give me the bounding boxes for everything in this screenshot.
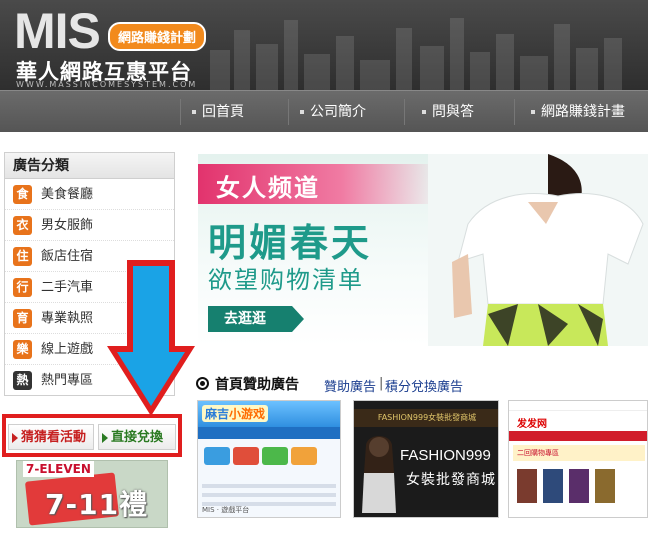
banner-shop-button[interactable]: 去逛逛 [208, 306, 292, 332]
sponsor-ads-link[interactable]: 贊助廣告 [324, 376, 376, 395]
fashion-brand-name: FASHION999 [400, 447, 491, 464]
game-icon [262, 447, 288, 465]
category-label: 熱門專區 [41, 373, 94, 388]
direct-redeem-label: 直接兌換 [111, 430, 164, 445]
target-icon [196, 377, 209, 390]
arrow-right-icon [12, 433, 18, 443]
clothing-icon: 衣 [13, 216, 32, 235]
banner-subline: 欲望购物清单 [208, 266, 364, 294]
nav-separator [404, 99, 405, 125]
link-separator: | [379, 376, 384, 391]
game-icon [233, 447, 259, 465]
nav-bullet-icon [300, 110, 304, 114]
nav-item-about[interactable]: 公司簡介 [300, 91, 366, 133]
nav-separator [180, 99, 181, 125]
hot-icon: 熱 [13, 371, 32, 390]
guess-activity-label: 猜猜看活動 [21, 430, 87, 445]
banner-headline: 明媚春天 [208, 221, 373, 265]
fashion-subtitle: 女裝批發商城 [406, 472, 496, 488]
nav-separator [514, 99, 515, 125]
game-site-nav [198, 427, 340, 439]
sponsored-ads-title: 首頁贊助廣告 [196, 374, 299, 394]
category-clothing[interactable]: 衣 男女服飾 [5, 210, 174, 241]
nav-bullet-icon [531, 110, 535, 114]
site-url: WWW.MASSINCOMESYSTEM.COM [16, 80, 198, 89]
nav-item-label: 問與答 [432, 104, 474, 120]
sponsored-title-text: 首頁贊助廣告 [215, 377, 299, 393]
shop-top-bar [509, 401, 647, 411]
game-icon [291, 447, 317, 465]
shop-poster-row [517, 469, 647, 509]
logo-mis[interactable]: MIS [14, 6, 101, 56]
nav-item-plan[interactable]: 網路賺錢計畫 [531, 91, 625, 133]
skyline-decoration [210, 18, 622, 90]
arrow-right-icon [102, 433, 108, 443]
category-label: 專業執照 [41, 311, 94, 326]
shop-logo: 发发网 [517, 419, 547, 430]
poster-image [517, 469, 537, 503]
game-logo-part: 小游戏 [229, 407, 266, 421]
shop-banner: 二回購物專區 [513, 445, 645, 461]
banner-tag: 女人频道 [216, 174, 320, 202]
ad-thumb-shop[interactable]: 发发网 二回購物專區 [508, 400, 648, 518]
nav-separator [288, 99, 289, 125]
game-icon-grid [204, 445, 336, 475]
education-icon: 育 [13, 309, 32, 328]
nav-bullet-icon [192, 110, 196, 114]
category-label: 男女服飾 [41, 218, 94, 233]
nav-item-label: 網路賺錢計畫 [541, 104, 625, 120]
shop-nav-bar [509, 431, 647, 441]
category-food[interactable]: 食 美食餐廳 [5, 179, 174, 210]
hotel-icon: 住 [13, 247, 32, 266]
poster-image [569, 469, 589, 503]
fashion-top-bar: FASHION999女裝批發商城 [354, 409, 498, 427]
points-ads-link[interactable]: 積分兌換廣告 [385, 376, 463, 395]
game-icon [204, 447, 230, 465]
seven-eleven-logo: 7-ELEVEN [23, 461, 94, 477]
fashion-model-image [362, 436, 396, 513]
category-label: 美食餐廳 [41, 187, 94, 202]
nav-item-label: 回首頁 [202, 104, 244, 120]
category-label: 飯店住宿 [41, 249, 94, 264]
poster-image [595, 469, 615, 503]
game-site-logo: 麻吉小游戏 [202, 405, 269, 422]
voucher-image[interactable]: 7-ELEVEN 7-11禮券 [16, 460, 168, 528]
category-label: 二手汽車 [41, 280, 94, 295]
sidebar-title: 廣告分類 [5, 153, 174, 179]
down-arrow-icon [107, 260, 195, 416]
logo-badge: 網路賺錢計劃 [108, 22, 207, 51]
site-header: MIS 網路賺錢計劃 華人網路互惠平台 WWW.MASSINCOMESYSTEM… [0, 0, 648, 90]
highlight-box: 猜猜看活動 直接兌換 [2, 414, 182, 457]
nav-item-home[interactable]: 回首頁 [192, 91, 244, 133]
ad-thumb-fashion[interactable]: FASHION999女裝批發商城 FASHION999 女裝批發商城 [353, 400, 499, 518]
game-site-header: 麻吉小游戏 [198, 401, 340, 427]
game-site-footer: MIS ‧ 遊戲平台 [202, 506, 250, 514]
game-logo-part: 麻吉 [205, 407, 230, 421]
nav-item-label: 公司簡介 [310, 104, 366, 120]
category-label: 線上遊戲 [41, 342, 94, 357]
nav-item-faq[interactable]: 問與答 [422, 91, 474, 133]
banner-button-tip [292, 306, 304, 332]
poster-image [543, 469, 563, 503]
voucher-text: 7-11禮券 [45, 488, 149, 521]
nav-bullet-icon [422, 110, 426, 114]
main-nav: 回首頁 公司簡介 問與答 網路賺錢計畫 [0, 90, 648, 132]
direct-redeem-button[interactable]: 直接兌換 [98, 424, 176, 450]
food-icon: 食 [13, 185, 32, 204]
page: MIS 網路賺錢計劃 華人網路互惠平台 WWW.MASSINCOMESYSTEM… [0, 0, 648, 552]
games-icon: 樂 [13, 340, 32, 359]
car-icon: 行 [13, 278, 32, 297]
model-image [428, 154, 648, 346]
ad-thumb-game[interactable]: 麻吉小游戏 MIS ‧ 遊戲平台 [197, 400, 341, 518]
main-banner[interactable]: 女人频道 明媚春天 欲望购物清单 去逛逛 [198, 154, 648, 346]
guess-activity-button[interactable]: 猜猜看活動 [8, 424, 94, 450]
